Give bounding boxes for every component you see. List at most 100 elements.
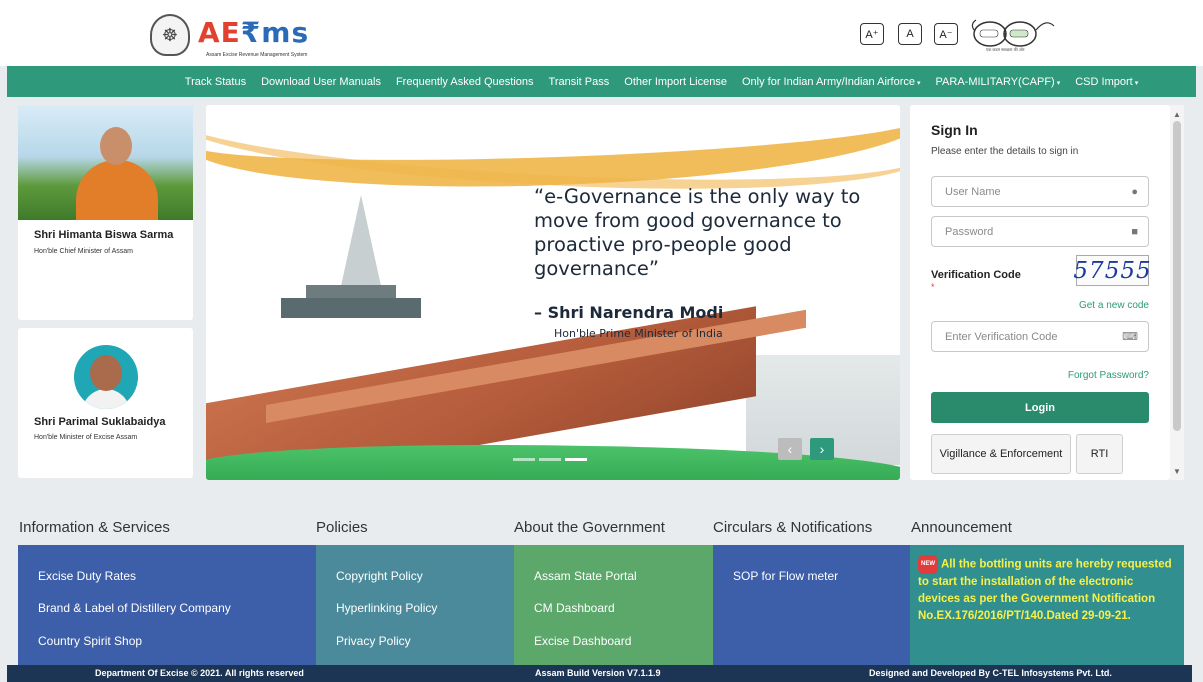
about-government-panel: Assam State Portal CM Dashboard Excise D…	[514, 545, 713, 665]
link-excise-duty-rates[interactable]: Excise Duty Rates	[38, 569, 136, 583]
footer-credits: Designed and Developed By C-TEL Infosyst…	[869, 668, 1112, 678]
nav-csd-import-dropdown[interactable]: CSD Import ▾	[1075, 76, 1138, 88]
banner-quote-author: – Shri Narendra Modi	[534, 303, 724, 322]
nav-faq[interactable]: Frequently Asked Questions	[396, 76, 534, 88]
link-privacy-policy[interactable]: Privacy Policy	[336, 634, 411, 648]
verification-code-placeholder: Enter Verification Code	[945, 330, 1058, 343]
banner-building	[306, 285, 396, 299]
cm-role: Hon'ble Chief Minister of Assam	[34, 248, 133, 255]
banner-tower	[339, 195, 383, 295]
font-decrease-button[interactable]: A⁻	[934, 23, 958, 45]
scroll-down-icon[interactable]: ▼	[1170, 464, 1184, 478]
announcement-text[interactable]: NEW All the bottling units are hereby req…	[918, 555, 1176, 625]
nav-transit-pass[interactable]: Transit Pass	[549, 76, 610, 88]
scrollbar-thumb[interactable]	[1173, 121, 1181, 431]
verification-code-label: Verification Code	[931, 269, 1021, 281]
nav-paramilitary-label: PARA-MILITARY(CAPF)	[935, 75, 1055, 88]
nav-army-airforce-dropdown[interactable]: Only for Indian Army/Indian Airforce ▾	[742, 76, 921, 88]
chevron-down-icon: ▾	[1134, 79, 1139, 87]
lock-icon: ■	[1131, 225, 1138, 238]
link-assam-state-portal[interactable]: Assam State Portal	[534, 569, 637, 583]
nav-army-label: Only for Indian Army/Indian Airforce	[741, 75, 916, 88]
font-increase-button[interactable]: A⁺	[860, 23, 884, 45]
minister-role: Hon'ble Minister of Excise Assam	[34, 434, 138, 441]
nav-download-manuals[interactable]: Download User Manuals	[261, 76, 381, 88]
captcha-image: 57555	[1073, 255, 1151, 286]
header: ☸ AE₹ms Assam Excise Revenue Management …	[0, 0, 1203, 66]
login-button[interactable]: Login	[931, 392, 1149, 423]
signin-subtitle: Please enter the details to sign in	[931, 146, 1079, 157]
new-badge-icon: NEW	[918, 555, 938, 574]
logo-subtitle: Assam Excise Revenue Management System	[206, 52, 308, 58]
banner-building	[281, 298, 421, 318]
policies-panel: Copyright Policy Hyperlinking Policy Pri…	[316, 545, 514, 665]
page: ☸ AE₹ms Assam Excise Revenue Management …	[0, 0, 1203, 682]
logo-main-text: AE	[198, 16, 241, 49]
announcement-body: All the bottling units are hereby reques…	[918, 558, 1172, 622]
aerms-logo[interactable]: AE₹ms	[198, 16, 309, 49]
carousel-dot[interactable]	[539, 458, 561, 461]
forgot-password-link[interactable]: Forgot Password?	[1068, 370, 1149, 381]
nav-other-import-license[interactable]: Other Import License	[624, 76, 727, 88]
signin-scrollbar[interactable]: ▲ ▼	[1170, 105, 1184, 480]
link-copyright-policy[interactable]: Copyright Policy	[336, 569, 423, 583]
cm-photo-body	[76, 160, 158, 220]
vigilance-enforcement-button[interactable]: Vigillance & Enforcement	[931, 434, 1071, 474]
link-brand-label[interactable]: Brand & Label of Distillery Company	[38, 601, 231, 615]
username-placeholder: User Name	[945, 185, 1001, 198]
nav-paramilitary-dropdown[interactable]: PARA-MILITARY(CAPF) ▾	[936, 76, 1061, 88]
scroll-up-icon[interactable]: ▲	[1170, 107, 1184, 121]
about-government-title: About the Government	[514, 519, 665, 536]
carousel-indicators	[513, 458, 587, 461]
link-hyperlinking-policy[interactable]: Hyperlinking Policy	[336, 601, 437, 615]
cm-photo-face	[100, 127, 132, 165]
banner-carousel: “e-Governance is the only way to move fr…	[206, 105, 900, 480]
signin-title: Sign In	[931, 122, 978, 138]
footer-copyright: Department Of Excise © 2021. All rights …	[95, 668, 304, 678]
link-cm-dashboard[interactable]: CM Dashboard	[534, 601, 615, 615]
username-input[interactable]: User Name ●	[931, 176, 1149, 207]
minister-name: Shri Parimal Suklabaidya	[34, 416, 166, 428]
link-country-spirit-shop[interactable]: Country Spirit Shop	[38, 634, 142, 648]
get-new-code-link[interactable]: Get a new code	[1079, 300, 1149, 311]
signin-panel: Sign In Please enter the details to sign…	[910, 105, 1170, 480]
banner-quote: “e-Governance is the only way to move fr…	[534, 185, 861, 280]
circulars-title: Circulars & Notifications	[713, 519, 873, 536]
banner-quote-author-role: Hon'ble Prime Minister of India	[554, 327, 723, 340]
rti-button[interactable]: RTI	[1076, 434, 1123, 474]
state-emblem-icon: ☸	[150, 14, 190, 56]
carousel-prev-button[interactable]: ‹	[778, 438, 802, 460]
carousel-dot-active[interactable]	[565, 458, 587, 461]
min-photo-face	[90, 355, 122, 391]
nav-csd-label: CSD Import	[1075, 75, 1133, 88]
footer: Department Of Excise © 2021. All rights …	[7, 665, 1192, 682]
footer-version: Assam Build Version V7.1.1.9	[535, 668, 661, 678]
chief-minister-card: Shri Himanta Biswa Sarma Hon'ble Chief M…	[18, 105, 193, 320]
info-services-title: Information & Services	[19, 519, 170, 536]
verification-code-input[interactable]: Enter Verification Code ⌨	[931, 321, 1149, 352]
chevron-down-icon: ▾	[917, 79, 921, 87]
password-input[interactable]: Password ■	[931, 216, 1149, 247]
announcement-title: Announcement	[911, 519, 1012, 536]
excise-minister-photo	[74, 345, 138, 409]
nav-track-status[interactable]: Track Status	[185, 76, 246, 88]
user-icon: ●	[1131, 185, 1138, 198]
policies-title: Policies	[316, 519, 368, 536]
excise-minister-card: Shri Parimal Suklabaidya Hon'ble Ministe…	[18, 328, 193, 478]
swachh-tagline: एक कदम स्वच्छता की ओर	[986, 47, 1025, 52]
carousel-dot[interactable]	[513, 458, 535, 461]
logo-accent-text: ₹ms	[240, 16, 310, 49]
chief-minister-photo	[18, 105, 193, 220]
main-navbar: Track Status Download User Manuals Frequ…	[7, 66, 1196, 97]
font-reset-button[interactable]: A	[898, 23, 922, 45]
min-photo-body	[82, 389, 130, 409]
cm-name: Shri Himanta Biswa Sarma	[34, 229, 174, 241]
keyboard-icon[interactable]: ⌨	[1122, 330, 1138, 343]
password-placeholder: Password	[945, 225, 994, 238]
link-excise-dashboard[interactable]: Excise Dashboard	[534, 634, 631, 648]
required-mark: *	[931, 282, 935, 292]
circulars-panel: SOP for Flow meter	[713, 545, 910, 665]
announcement-panel: NEW All the bottling units are hereby req…	[910, 545, 1184, 665]
link-sop-flow-meter[interactable]: SOP for Flow meter	[733, 569, 838, 583]
carousel-next-button[interactable]: ›	[810, 438, 834, 460]
